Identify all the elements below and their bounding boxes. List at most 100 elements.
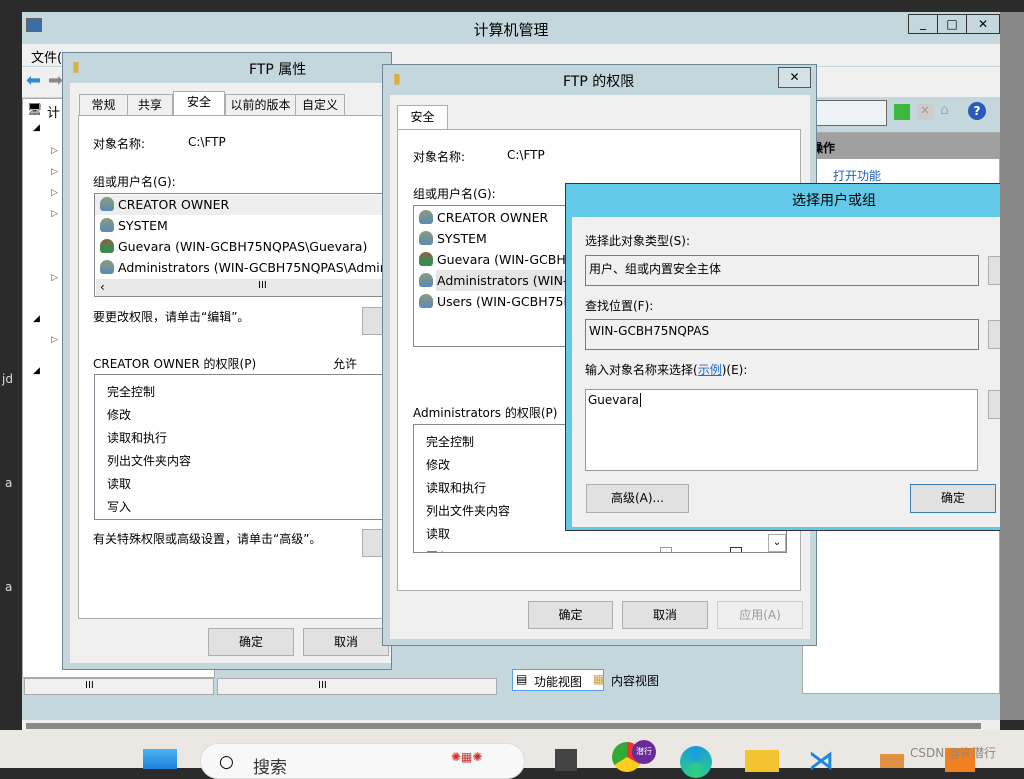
list-item-selected[interactable]: Administrators (WIN-G <box>419 273 578 288</box>
tab-previous-versions[interactable]: 以前的版本 <box>225 94 296 116</box>
close-button[interactable]: ✕ <box>966 14 1000 34</box>
group-icon <box>419 231 433 245</box>
tab-security[interactable]: 安全 <box>173 91 225 116</box>
tab-sharing[interactable]: 共享 <box>127 94 173 116</box>
computer-icon: 🖥 <box>27 102 43 116</box>
group-icon <box>419 294 433 308</box>
object-types-button[interactable] <box>988 256 1000 285</box>
list-item[interactable]: CREATOR OWNER <box>100 197 229 212</box>
app-icon[interactable] <box>880 754 904 768</box>
minimize-button[interactable]: _ <box>908 14 938 34</box>
permission-item: 修改 <box>426 458 451 472</box>
allow-checkbox[interactable] <box>660 547 672 552</box>
dialog-title: FTP 的权限 <box>563 74 635 90</box>
group-icon <box>100 218 114 232</box>
advanced-button[interactable]: 高级(A)... <box>586 484 689 513</box>
tree-root[interactable]: 计 <box>47 102 60 121</box>
horizontal-scrollbar[interactable]: ‹ III <box>96 279 391 296</box>
tab-content-view[interactable]: ▦ 内容视图 <box>590 670 682 690</box>
tree-expand-icon[interactable]: ◢ <box>33 123 40 133</box>
tree-expand-icon[interactable]: ▷ <box>51 335 58 345</box>
maximize-button[interactable]: □ <box>937 14 967 34</box>
stop-icon[interactable]: ✕ <box>917 104 933 120</box>
examples-link[interactable]: 示例 <box>698 363 722 377</box>
folder-icon: ▮ <box>393 71 401 87</box>
deny-checkbox[interactable] <box>730 547 742 552</box>
allow-column-header: 允许 <box>333 357 358 371</box>
tree-expand-icon[interactable]: ▷ <box>51 146 58 156</box>
file-explorer-icon[interactable] <box>745 750 779 772</box>
object-type-field: 用户、组或内置安全主体 <box>585 255 979 286</box>
select-user-dialog: 选择用户或组 选择此对象类型(S): 用户、组或内置安全主体 查找位置(F): … <box>565 183 1000 531</box>
desktop-right-edge <box>1000 12 1024 720</box>
search-highlight-icon: ✺▦✺ <box>451 750 483 764</box>
folder-icon: ▮ <box>72 59 80 75</box>
object-name-label: 对象名称: <box>413 150 466 164</box>
home-icon[interactable]: ⌂ <box>940 102 949 118</box>
search-icon: ○ <box>219 752 234 772</box>
list-item[interactable]: CREATOR OWNER <box>419 210 548 225</box>
toolbar-search-input[interactable] <box>815 100 887 126</box>
permission-item: 读取 <box>107 477 132 491</box>
edge-icon[interactable] <box>680 746 712 778</box>
dialog-title: 选择用户或组 <box>792 193 876 209</box>
tree-expand-icon[interactable]: ▷ <box>51 209 58 219</box>
windows-start-icon[interactable] <box>143 749 177 769</box>
group-label: 组或用户名(G): <box>413 187 496 201</box>
check-names-button[interactable] <box>988 390 1000 419</box>
object-name-value: C:\FTP <box>507 148 545 162</box>
permission-item: 读取和执行 <box>107 431 168 445</box>
search-placeholder: 搜索 <box>253 758 287 778</box>
ok-button[interactable]: 确定 <box>528 601 613 629</box>
cancel-button[interactable]: 取消 <box>303 628 389 656</box>
scroll-down-button[interactable]: ⌄ <box>768 534 786 552</box>
forward-arrow-icon[interactable]: ➡ <box>48 70 63 91</box>
permission-item: 读取 <box>426 527 451 541</box>
list-item[interactable]: Users (WIN-GCBH75N <box>419 294 573 309</box>
group-icon <box>419 210 433 224</box>
locations-button[interactable] <box>988 320 1000 349</box>
taskbar-search[interactable]: ○ 搜索 ✺▦✺ <box>200 743 525 779</box>
ok-button[interactable]: 确定 <box>208 628 294 656</box>
permission-list: 完全控制 修改 读取和执行 列出文件夹内容 读取 写入 <box>94 374 391 520</box>
object-names-input[interactable]: Guevara <box>585 389 978 471</box>
tab-label: 内容视图 <box>611 674 660 688</box>
dialog-title: FTP 属性 <box>249 62 307 78</box>
group-icon <box>419 273 433 287</box>
permission-label: CREATOR OWNER 的权限(P) <box>93 357 257 371</box>
help-icon[interactable]: ? <box>968 102 986 120</box>
vscode-icon[interactable]: ⋊ <box>808 746 834 776</box>
horizontal-scrollbar[interactable] <box>22 720 1000 730</box>
tree-expand-icon[interactable]: ▷ <box>51 273 58 283</box>
tree-expand-icon[interactable]: ▷ <box>51 188 58 198</box>
list-item[interactable]: Guevara (WIN-GCBH75NQPAS\Guevara) <box>100 239 367 254</box>
tab-customize[interactable]: 自定义 <box>295 94 345 116</box>
close-button[interactable]: ✕ <box>778 67 811 88</box>
list-item[interactable]: SYSTEM <box>419 231 487 246</box>
middle-scrollbar[interactable]: III <box>217 678 497 695</box>
apply-button[interactable]: 应用(A) <box>717 601 803 629</box>
tree-expand-icon[interactable]: ◢ <box>33 314 40 324</box>
object-name-value: C:\FTP <box>188 135 226 149</box>
back-arrow-icon[interactable]: ⬅ <box>26 70 41 91</box>
permission-item: 修改 <box>107 408 132 422</box>
open-feature-link[interactable]: 打开功能 <box>833 167 881 184</box>
user-list[interactable]: CREATOR OWNER SYSTEM Guevara (WIN-GCBH75… <box>94 193 391 297</box>
tree-expand-icon[interactable]: ◢ <box>33 366 40 376</box>
permission-label: Administrators 的权限(P) <box>413 406 558 420</box>
list-item[interactable]: SYSTEM <box>100 218 168 233</box>
desktop-text: jd <box>2 372 13 386</box>
tab-general[interactable]: 常规 <box>79 94 128 116</box>
tree-scrollbar[interactable]: III <box>24 678 214 695</box>
cancel-button[interactable]: 取消 <box>622 601 708 629</box>
content-view-icon: ▦ <box>593 672 605 686</box>
tree-expand-icon[interactable]: ▷ <box>51 167 58 177</box>
refresh-icon[interactable] <box>894 104 910 120</box>
window-title: 计算机管理 <box>473 21 549 39</box>
list-item[interactable]: Administrators (WIN-GCBH75NQPAS\Adminis <box>100 260 391 275</box>
permission-item: 写入 <box>426 548 450 552</box>
tab-security[interactable]: 安全 <box>397 105 448 130</box>
ok-button[interactable]: 确定 <box>910 484 996 513</box>
list-item[interactable]: Guevara (WIN-GCBH7 <box>419 252 574 267</box>
permission-item: 列出文件夹内容 <box>107 454 192 468</box>
